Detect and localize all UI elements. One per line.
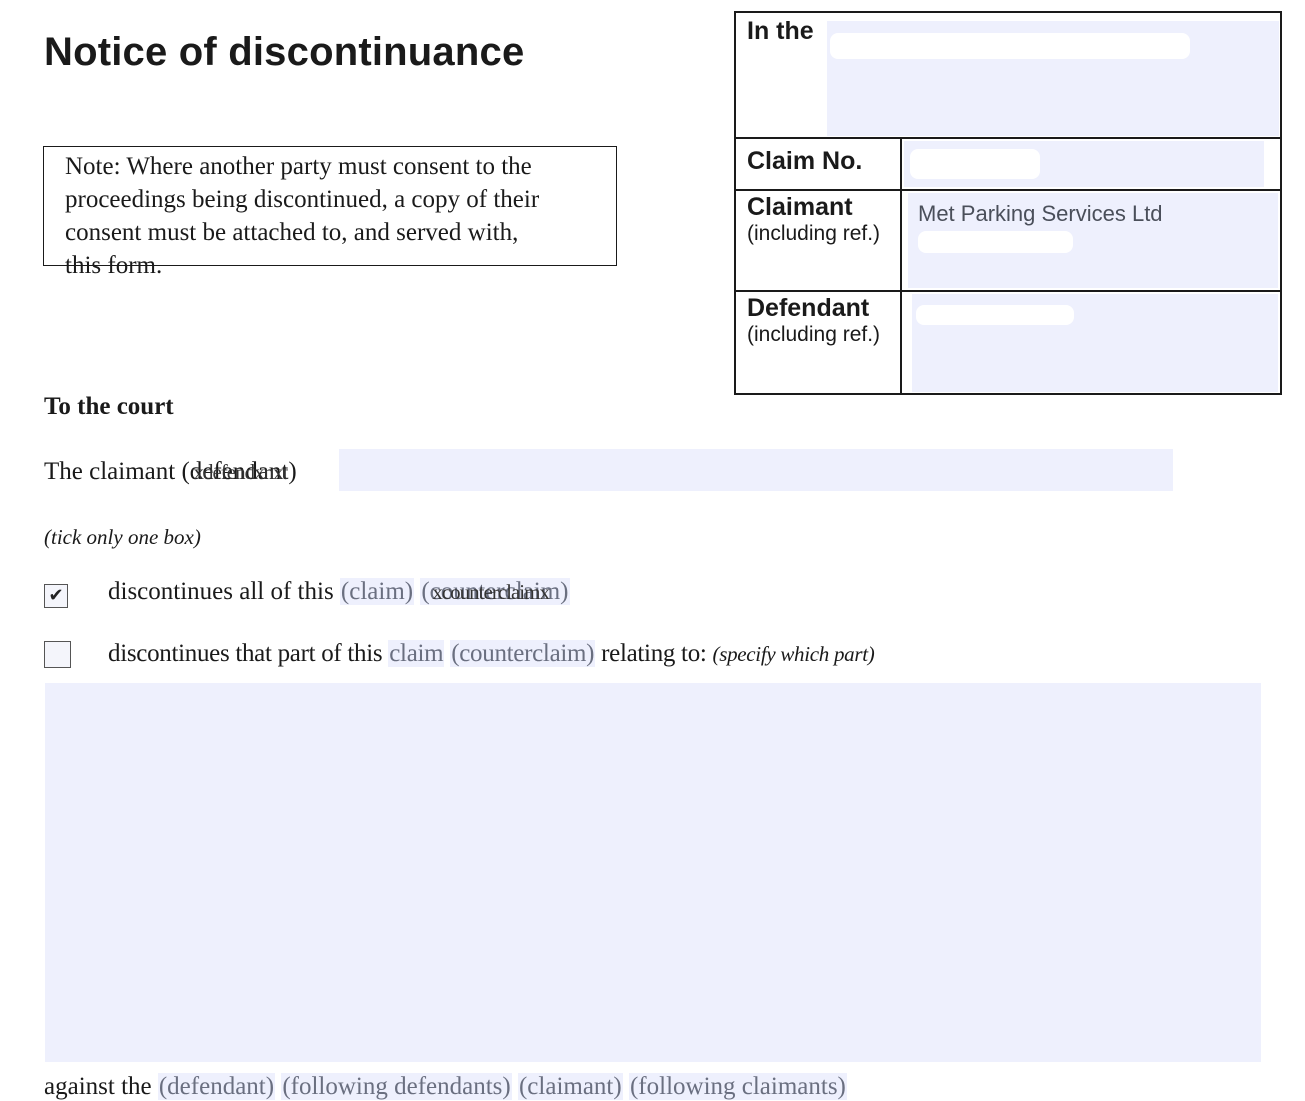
case-header-table: Met Parking Services Ltd In the Claim No…	[734, 11, 1282, 395]
note-line: proceedings being discontinued, a copy o…	[65, 186, 540, 213]
choice-claim[interactable]: (claim)	[339, 578, 415, 605]
redacted-claimant-ref	[918, 231, 1073, 253]
note-line: consent must be attached to, and served …	[65, 219, 519, 246]
specify-part-textarea[interactable]	[45, 683, 1261, 1062]
relating-to-text: relating to:	[601, 640, 707, 667]
option-part-line: discontinues that part of this claim (co…	[108, 640, 875, 668]
against-line: against the (defendant) (following defen…	[44, 1073, 847, 1101]
claimant-name: Met Parking Services Ltd	[918, 201, 1163, 226]
party-line: The claimant (defendant) xdefendxnxt	[44, 458, 297, 486]
redacted-defendant	[916, 305, 1074, 325]
page-title: Notice of discontinuance	[44, 30, 525, 74]
choice-following-defendants[interactable]: (following defendants)	[281, 1073, 512, 1100]
note-line: Note: Where another party must consent t…	[65, 153, 532, 180]
to-the-court-heading: To the court	[44, 393, 174, 420]
against-prefix: against the	[44, 1073, 152, 1100]
in-the-label: In the	[747, 17, 814, 45]
specify-hint: (specify which part)	[712, 642, 875, 666]
party-prefix: The claimant	[44, 458, 176, 485]
defendant-ref-label: (including ref.)	[747, 323, 881, 346]
option-part-text: discontinues that part of this	[108, 640, 383, 667]
option-all-line: discontinues all of this (claim) (counte…	[108, 578, 570, 606]
party-struck-option[interactable]: (defendant) xdefendxnxt	[181, 458, 296, 485]
defendant-label: Defendant	[747, 294, 870, 322]
claim-no-label: Claim No.	[747, 147, 863, 175]
tick-instruction: (tick only one box)	[44, 525, 201, 549]
discontinue-all-checkbox[interactable]: ✔	[44, 584, 68, 608]
choice-part-counterclaim[interactable]: (counterclaim)	[450, 640, 596, 667]
discontinue-part-checkbox[interactable]	[44, 641, 71, 668]
redacted-court-name	[830, 33, 1190, 59]
choice-counterclaim[interactable]: (counterclaim) xcounterclaimx	[420, 578, 570, 605]
party-name-field[interactable]	[339, 449, 1173, 491]
note-line: this form.	[65, 252, 163, 279]
redacted-claim-number	[910, 149, 1040, 179]
option-all-text: discontinues all of this	[108, 578, 334, 605]
choice-following-claimants[interactable]: (following claimants)	[628, 1073, 847, 1100]
choice-part-claim[interactable]: claim	[388, 640, 445, 667]
choice-claimant[interactable]: (claimant)	[517, 1073, 623, 1100]
choice-defendant[interactable]: (defendant)	[157, 1073, 276, 1100]
claimant-label: Claimant	[747, 193, 853, 221]
claimant-ref-label: (including ref.)	[747, 222, 881, 245]
consent-note: Note: Where another party must consent t…	[43, 146, 617, 279]
